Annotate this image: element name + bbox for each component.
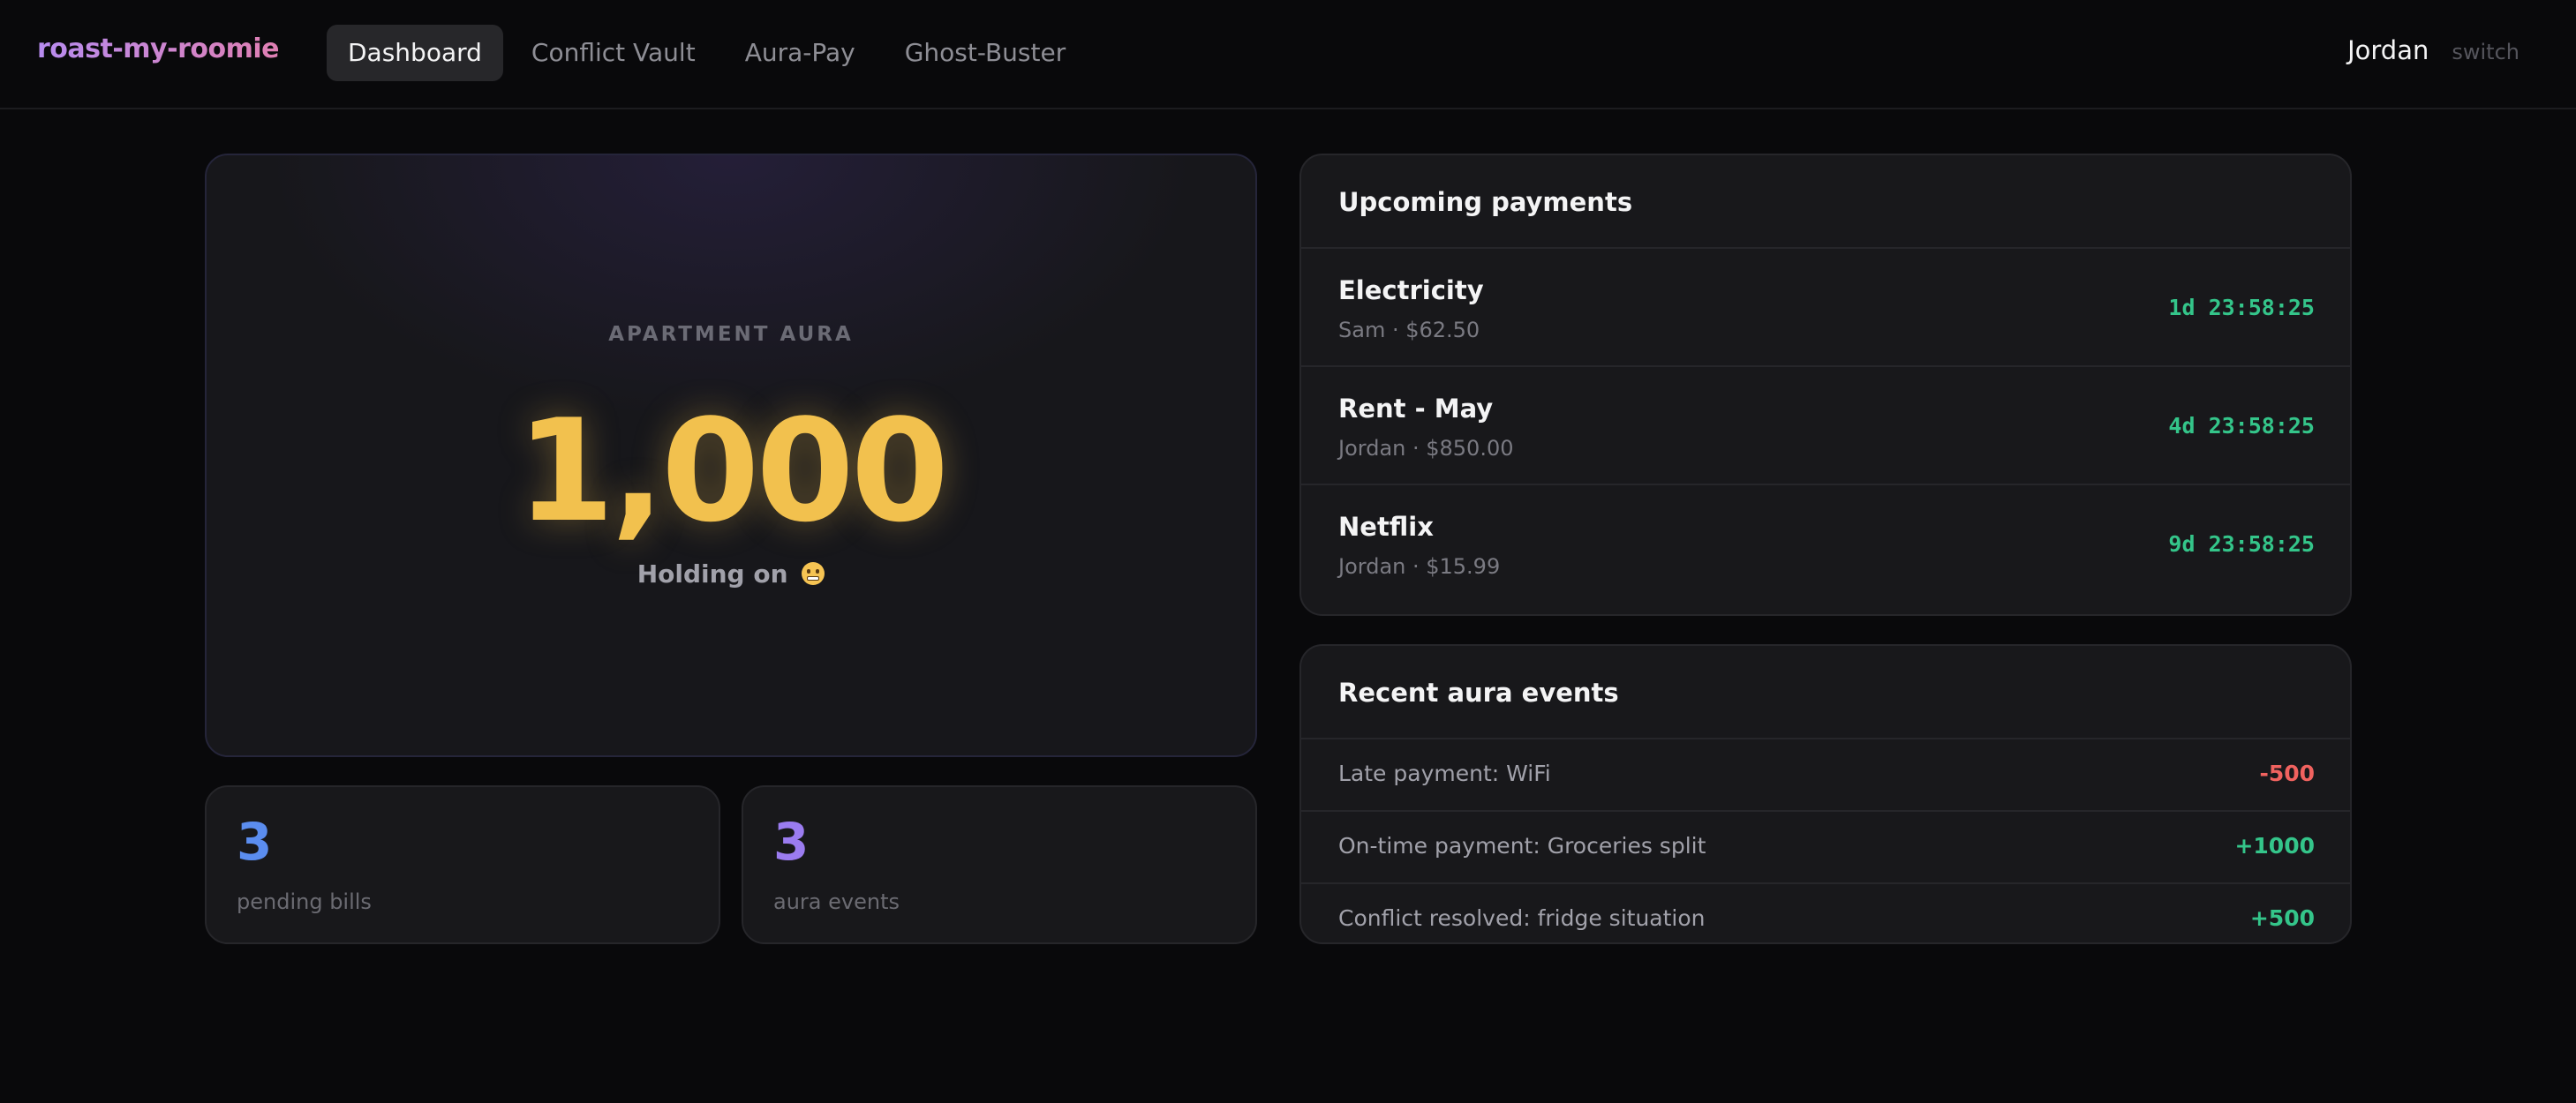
aura-events-stat-card: 3 aura events [742,785,1257,944]
aura-event-delta: +1000 [2234,833,2315,859]
aura-event-delta: +500 [2249,905,2315,931]
upcoming-payments-title: Upcoming payments [1301,155,2350,249]
user-area: Jordan switch [2347,35,2520,65]
app-logo[interactable]: roast-my-roomie [37,34,279,64]
payment-name: Netflix [1338,512,1434,542]
aura-status: Holding on [207,559,1255,589]
payment-name: Electricity [1338,275,1484,305]
aura-event-text: On-time payment: Groceries split [1338,833,1706,859]
payment-row[interactable]: Electricity Sam · $62.50 1d 23:58:25 [1301,249,2350,367]
aura-score: 1,000 [516,388,949,553]
aura-event-delta: -500 [2259,761,2315,786]
aura-events-count: 3 [773,812,810,872]
nav-tab-conflict-vault[interactable]: Conflict Vault [510,25,717,81]
payment-meta: Sam · $62.50 [1338,318,1480,342]
aura-events-label: aura events [773,889,900,914]
apartment-aura-card: APARTMENT AURA 1,000 Holding on [205,154,1257,757]
payment-row[interactable]: Rent - May Jordan · $850.00 4d 23:58:25 [1301,367,2350,485]
recent-aura-events-card: Recent aura events Late payment: WiFi -5… [1299,644,2352,944]
pending-bills-label: pending bills [237,889,372,914]
aura-event-text: Late payment: WiFi [1338,761,1551,786]
aura-event-text: Conflict resolved: fridge situation [1338,905,1706,931]
payment-countdown: 9d 23:58:25 [2168,531,2315,557]
nav-tab-dashboard[interactable]: Dashboard [327,25,503,81]
payment-row[interactable]: Netflix Jordan · $15.99 9d 23:58:25 [1301,485,2350,604]
aura-status-text: Holding on [636,559,788,589]
nav-tab-ghost-buster[interactable]: Ghost-Buster [884,25,1088,81]
grimacing-face-emoji-icon [802,562,825,585]
payment-name: Rent - May [1338,394,1494,424]
upcoming-payments-card: Upcoming payments Electricity Sam · $62.… [1299,154,2352,616]
aura-label: APARTMENT AURA [608,323,854,346]
payment-meta: Jordan · $15.99 [1338,554,1501,579]
aura-event-row: On-time payment: Groceries split +1000 [1301,812,2350,884]
pending-bills-stat-card: 3 pending bills [205,785,720,944]
payment-meta: Jordan · $850.00 [1338,436,1514,461]
payment-countdown: 4d 23:58:25 [2168,413,2315,439]
top-navigation-bar: roast-my-roomie Dashboard Conflict Vault… [0,0,2576,109]
payment-countdown: 1d 23:58:25 [2168,295,2315,320]
current-user-name: Jordan [2347,35,2429,65]
aura-event-row: Conflict resolved: fridge situation +500 [1301,884,2350,942]
switch-user-link[interactable]: switch [2452,40,2520,64]
nav-tab-aura-pay[interactable]: Aura-Pay [724,25,877,81]
pending-bills-count: 3 [237,812,273,872]
main-nav: Dashboard Conflict Vault Aura-Pay Ghost-… [327,25,1087,81]
recent-aura-events-title: Recent aura events [1301,646,2350,739]
aura-event-row: Late payment: WiFi -500 [1301,739,2350,812]
